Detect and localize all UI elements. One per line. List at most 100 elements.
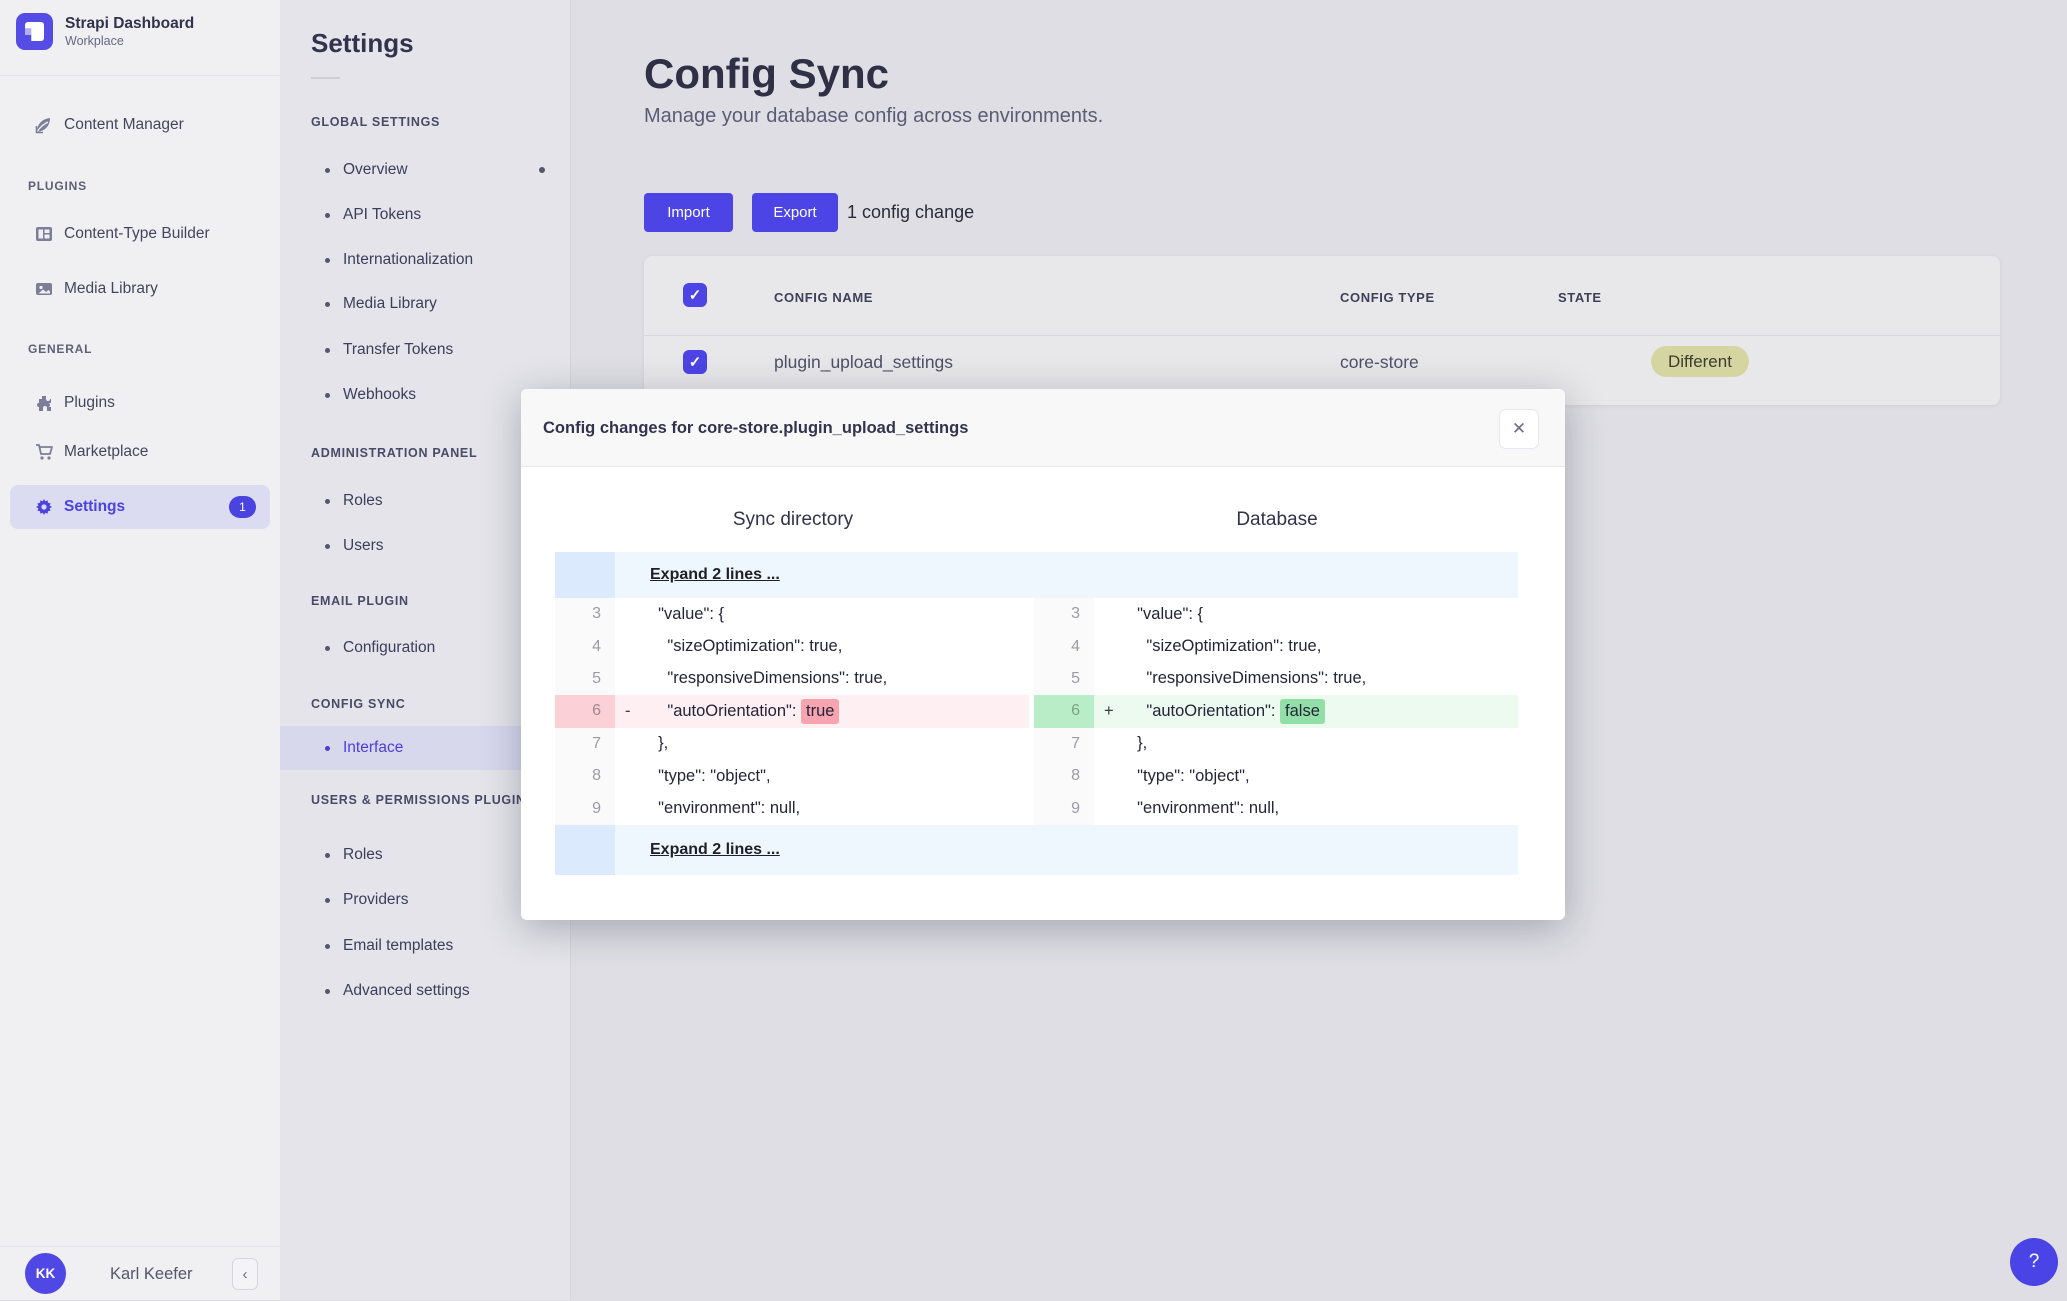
expand-lines-link[interactable]: Expand 2 lines ... <box>650 841 780 859</box>
bullet-icon <box>325 167 330 173</box>
bullet-icon <box>325 498 330 504</box>
bullet-icon <box>325 392 330 398</box>
sidebar-section-general: GENERAL <box>28 342 93 356</box>
removed-word: true <box>801 698 840 724</box>
sidebar-item-label: Marketplace <box>64 443 149 460</box>
pen-feather-icon <box>34 115 54 135</box>
table-divider <box>644 335 2000 336</box>
subnav-section-global-settings: GLOBAL SETTINGS <box>311 115 441 129</box>
sidebar-item-label: Content-Type Builder <box>64 225 210 242</box>
bullet-icon <box>325 257 330 263</box>
diff-line: 4 "sizeOptimization": true, 4 "sizeOptim… <box>555 630 1518 663</box>
subnav-title-divider <box>311 77 340 79</box>
page-title: Config Sync <box>644 50 890 97</box>
workspace-brand[interactable]: Strapi Dashboard Workplace <box>16 13 194 50</box>
sidebar-divider <box>0 75 280 76</box>
subnav-section-users-permissions-plugin: USERS & PERMISSIONS PLUGIN <box>311 793 526 807</box>
help-button[interactable]: ? <box>2010 1238 2058 1286</box>
diff-line: 7 }, 7 }, <box>555 727 1518 760</box>
main-sidebar: Strapi Dashboard Workplace Content Manag… <box>0 0 281 1300</box>
workspace-title: Strapi Dashboard <box>65 15 195 32</box>
chevron-left-icon: ‹ <box>242 1265 248 1283</box>
column-header-config-name: CONFIG NAME <box>774 290 874 305</box>
diff-line: 8 "type": "object", 8 "type": "object", <box>555 759 1518 793</box>
sidebar-item-plugins[interactable]: Plugins <box>10 381 270 425</box>
diff-line: 3 "value": { 3 "value": { <box>555 598 1518 631</box>
user-name: Karl Keefer <box>110 1264 193 1283</box>
subnav-title: Settings <box>311 28 414 58</box>
fold-row: Expand 2 lines ... <box>615 824 1518 875</box>
subnav-item-transfer-tokens[interactable]: Transfer Tokens <box>280 328 570 372</box>
diff-expand-row-top: Expand 2 lines ... <box>555 552 1518 598</box>
config-type-cell: core-store <box>1340 351 1419 372</box>
gear-icon <box>34 497 54 517</box>
workspace-subtitle: Workplace <box>65 34 124 48</box>
diff-expand-row-bottom: Expand 2 lines ... <box>555 824 1518 875</box>
import-button[interactable]: Import <box>644 193 733 232</box>
bullet-icon <box>325 745 330 751</box>
config-name-cell[interactable]: plugin_upload_settings <box>774 345 953 379</box>
picture-icon <box>34 279 54 299</box>
subnav-item-media-library[interactable]: Media Library <box>280 282 570 326</box>
diff-removed-code: - "autoOrientation": true <box>615 695 1029 728</box>
sidebar-item-content-manager[interactable]: Content Manager <box>10 103 270 147</box>
shopping-cart-icon <box>34 442 54 462</box>
subnav-section-administration-panel: ADMINISTRATION PANEL <box>311 446 478 460</box>
avatar[interactable]: KK <box>25 1253 66 1294</box>
subnav-item-email-templates[interactable]: Email templates <box>280 924 570 968</box>
sidebar-item-label: Content Manager <box>64 116 184 133</box>
subnav-section-email-plugin: EMAIL PLUGIN <box>311 594 409 608</box>
collapse-sidebar-button[interactable]: ‹ <box>232 1258 258 1290</box>
modal-header: Config changes for core-store.plugin_upl… <box>521 389 1565 467</box>
diff-left-pane-title: Sync directory <box>732 509 854 530</box>
expand-lines-link[interactable]: Expand 2 lines ... <box>650 566 780 584</box>
bullet-icon <box>325 347 330 353</box>
overview-notification-dot-icon <box>539 167 545 173</box>
fold-gutter <box>555 824 615 875</box>
diff-right-pane-title: Database <box>1236 509 1318 530</box>
subnav-item-overview[interactable]: Overview <box>280 148 570 192</box>
fold-gutter <box>555 552 615 598</box>
config-diff-modal: Config changes for core-store.plugin_upl… <box>521 389 1565 920</box>
page-subtitle: Manage your database config across envir… <box>644 105 1104 127</box>
sidebar-item-media-library[interactable]: Media Library <box>10 267 270 311</box>
puzzle-icon <box>34 393 54 413</box>
user-footer: KK Karl Keefer ‹ <box>0 1246 280 1301</box>
bullet-icon <box>325 645 330 651</box>
sidebar-item-marketplace[interactable]: Marketplace <box>10 430 270 474</box>
subnav-section-config-sync: CONFIG SYNC <box>311 697 406 711</box>
close-button[interactable]: ✕ <box>1499 409 1539 449</box>
subnav-item-internationalization[interactable]: Internationalization <box>280 238 570 282</box>
sidebar-item-label: Plugins <box>64 394 115 411</box>
modal-title: Config changes for core-store.plugin_upl… <box>543 418 969 437</box>
bullet-icon <box>325 897 330 903</box>
bullet-icon <box>325 852 330 858</box>
subnav-item-advanced-settings[interactable]: Advanced settings <box>280 969 570 1013</box>
column-header-config-type: CONFIG TYPE <box>1340 290 1435 305</box>
sidebar-item-label: Settings <box>64 498 126 515</box>
sidebar-section-plugins: PLUGINS <box>28 179 87 193</box>
bullet-icon <box>325 301 330 307</box>
diff-line-changed: 6 - "autoOrientation": true 6 + "autoOri… <box>555 695 1518 728</box>
config-table: ✓ CONFIG NAME CONFIG TYPE STATE ✓ plugin… <box>644 256 2000 405</box>
sidebar-item-settings[interactable]: Settings 1 <box>10 485 270 529</box>
diff-viewer: Expand 2 lines ... 3 "value": { 3 "value… <box>555 552 1518 875</box>
bullet-icon <box>325 988 330 994</box>
bullet-icon <box>325 943 330 949</box>
settings-notification-badge: 1 <box>229 496 256 518</box>
state-badge: Different <box>1651 346 1749 377</box>
row-checkbox[interactable]: ✓ <box>683 350 707 374</box>
column-header-state: STATE <box>1558 290 1602 305</box>
bullet-icon <box>325 212 330 218</box>
export-button[interactable]: Export <box>752 193 838 232</box>
subnav-item-api-tokens[interactable]: API Tokens <box>280 193 570 237</box>
select-all-checkbox[interactable]: ✓ <box>683 283 707 307</box>
diff-line: 5 "responsiveDimensions": true, 5 "respo… <box>555 662 1518 696</box>
strapi-logo-icon <box>16 13 53 50</box>
added-word: false <box>1280 698 1325 724</box>
sidebar-item-content-type-builder[interactable]: Content-Type Builder <box>10 212 270 256</box>
layout-grid-icon <box>34 224 54 244</box>
bullet-icon <box>325 543 330 549</box>
config-change-count: 1 config change <box>847 202 975 222</box>
question-mark-icon: ? <box>2028 1251 2040 1272</box>
